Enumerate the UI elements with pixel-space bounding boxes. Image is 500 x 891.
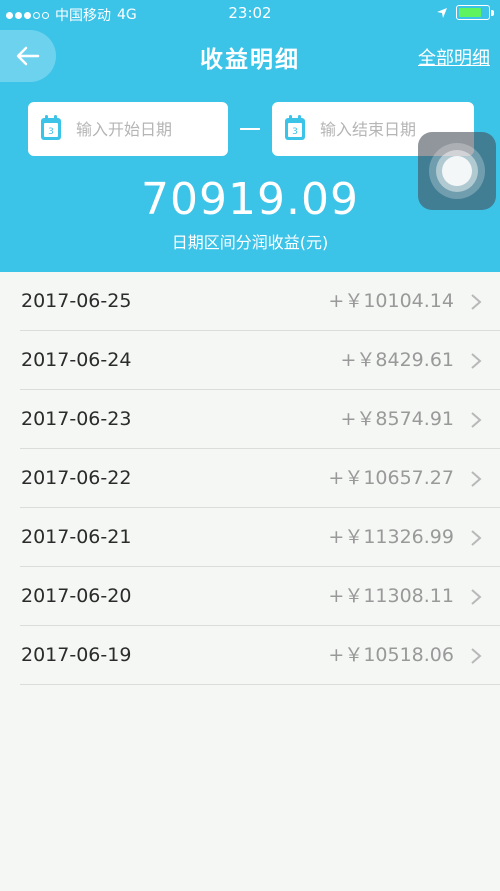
item-amount: +￥10657.27	[328, 467, 454, 489]
item-amount: +￥10104.14	[328, 290, 454, 312]
location-arrow-icon	[437, 7, 447, 18]
list-item[interactable]: 2017-06-20 +￥11308.11	[0, 567, 500, 626]
status-time: 23:02	[228, 4, 272, 22]
battery-icon	[456, 5, 494, 20]
chevron-right-icon	[471, 530, 482, 546]
item-date: 2017-06-24	[21, 349, 132, 371]
item-date: 2017-06-23	[21, 408, 132, 430]
total-earnings-label: 日期区间分润收益(元)	[171, 233, 329, 252]
start-date-input[interactable]	[76, 102, 221, 156]
chevron-right-icon	[471, 412, 482, 428]
item-amount: +￥11326.99	[328, 526, 454, 548]
status-bar: 中国移动 4G 23:02	[0, 0, 500, 28]
item-date: 2017-06-22	[21, 467, 132, 489]
list-item[interactable]: 2017-06-19 +￥10518.06	[0, 626, 500, 685]
calendar-icon: 3	[285, 115, 305, 140]
status-right	[436, 5, 494, 20]
date-range-separator	[240, 128, 260, 130]
list-item[interactable]: 2017-06-23 +￥8574.91	[0, 390, 500, 449]
chevron-right-icon	[471, 648, 482, 664]
calendar-icon: 3	[41, 115, 61, 140]
chevron-right-icon	[471, 294, 482, 310]
start-date-field[interactable]: 3	[28, 102, 228, 156]
chevron-right-icon	[471, 353, 482, 369]
header: 中国移动 4G 23:02 收益明细 全部明细 3 输入开始日期 3 输入结束日…	[0, 0, 500, 272]
chevron-right-icon	[471, 589, 482, 605]
list-item[interactable]: 2017-06-21 +￥11326.99	[0, 508, 500, 567]
item-date: 2017-06-20	[21, 585, 132, 607]
list-item[interactable]: 2017-06-25 +￥10104.14	[0, 272, 500, 331]
svg-text:3: 3	[292, 127, 298, 137]
item-amount: +￥10518.06	[328, 644, 454, 666]
item-amount: +￥11308.11	[328, 585, 454, 607]
assistive-touch-button[interactable]	[418, 132, 496, 210]
item-date: 2017-06-25	[21, 290, 132, 312]
earnings-list: 2017-06-25 +￥10104.14 2017-06-24 +￥8429.…	[0, 272, 500, 685]
chevron-right-icon	[471, 471, 482, 487]
list-item[interactable]: 2017-06-22 +￥10657.27	[0, 449, 500, 508]
svg-text:3: 3	[48, 127, 54, 137]
item-amount: +￥8574.91	[340, 408, 455, 430]
all-details-link[interactable]: 全部明细	[418, 44, 490, 70]
item-date: 2017-06-19	[21, 644, 132, 666]
list-item[interactable]: 2017-06-24 +￥8429.61	[0, 331, 500, 390]
item-amount: +￥8429.61	[340, 349, 455, 371]
item-date: 2017-06-21	[21, 526, 132, 548]
